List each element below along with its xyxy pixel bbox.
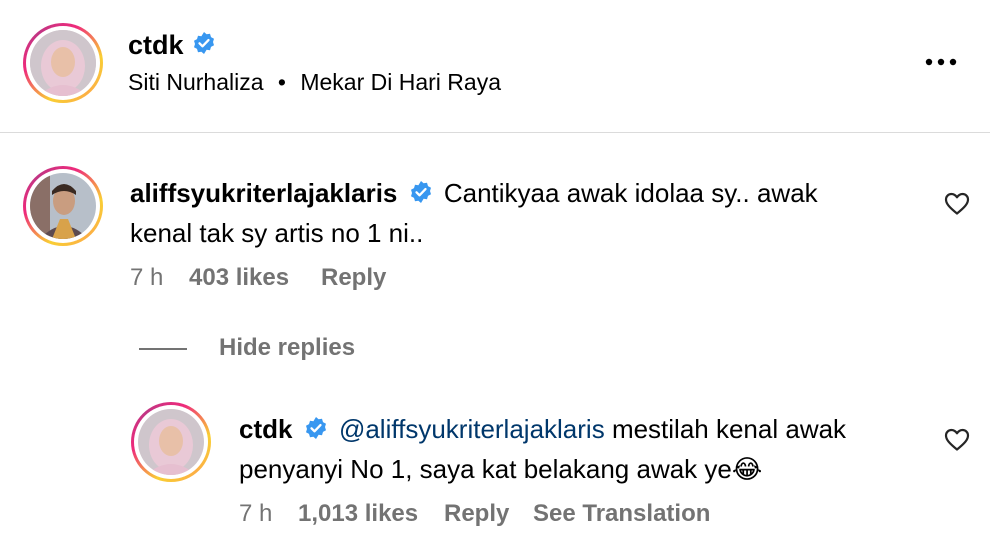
- comment-text-line2: kenal tak sy artis no 1 ni..: [130, 218, 424, 249]
- reply-text-line2: penyanyi No 1, saya kat belakang awak ye: [239, 454, 732, 485]
- laughing-emoji-icon: 😂: [731, 454, 763, 485]
- comment-like-heart-icon[interactable]: [944, 192, 970, 221]
- reply: ctdk @aliffsyukriterlajaklaris mestilah …: [0, 392, 990, 546]
- comment-reply-button[interactable]: Reply: [321, 264, 386, 292]
- verified-badge-icon: [409, 176, 433, 214]
- audio-artist-link[interactable]: Siti Nurhaliza: [128, 69, 264, 95]
- more-options-icon[interactable]: [922, 52, 960, 72]
- reply-likes-count[interactable]: 1,013 likes: [298, 500, 418, 528]
- post-author-avatar[interactable]: [23, 23, 103, 103]
- comment-likes-count[interactable]: 403 likes: [189, 264, 289, 292]
- reply-reply-button[interactable]: Reply: [444, 500, 509, 528]
- reply-text-line1: mestilah kenal awak: [611, 414, 847, 444]
- see-translation-button[interactable]: See Translation: [533, 500, 710, 528]
- hide-replies-line: [139, 348, 187, 350]
- reply-author-avatar[interactable]: [131, 402, 211, 482]
- header-divider: [0, 132, 990, 133]
- reply-like-heart-icon[interactable]: [944, 428, 970, 457]
- reply-mention-link[interactable]: @aliffsyukriterlajaklaris: [339, 414, 605, 444]
- hide-replies-button[interactable]: Hide replies: [219, 334, 355, 362]
- verified-badge-icon: [192, 31, 216, 60]
- post-header: ctdk Siti Nurhaliza • Mekar Di Hari Raya: [0, 0, 990, 133]
- verified-badge-icon: [304, 412, 328, 450]
- comment-timestamp[interactable]: 7 h: [130, 264, 163, 292]
- post-author-username[interactable]: ctdk: [128, 30, 184, 60]
- audio-song-link[interactable]: Mekar Di Hari Raya: [300, 69, 501, 95]
- reply-timestamp[interactable]: 7 h: [239, 500, 272, 528]
- comment: aliffsyukriterlajaklaris Cantikyaa awak …: [0, 150, 990, 300]
- comment-text-line1: Cantikyaa awak idolaa sy.. awak: [443, 178, 818, 208]
- commenter-username[interactable]: aliffsyukriterlajaklaris: [130, 178, 397, 208]
- subtitle-separator: •: [277, 69, 286, 95]
- reply-username[interactable]: ctdk: [239, 414, 292, 444]
- commenter-avatar[interactable]: [23, 166, 103, 246]
